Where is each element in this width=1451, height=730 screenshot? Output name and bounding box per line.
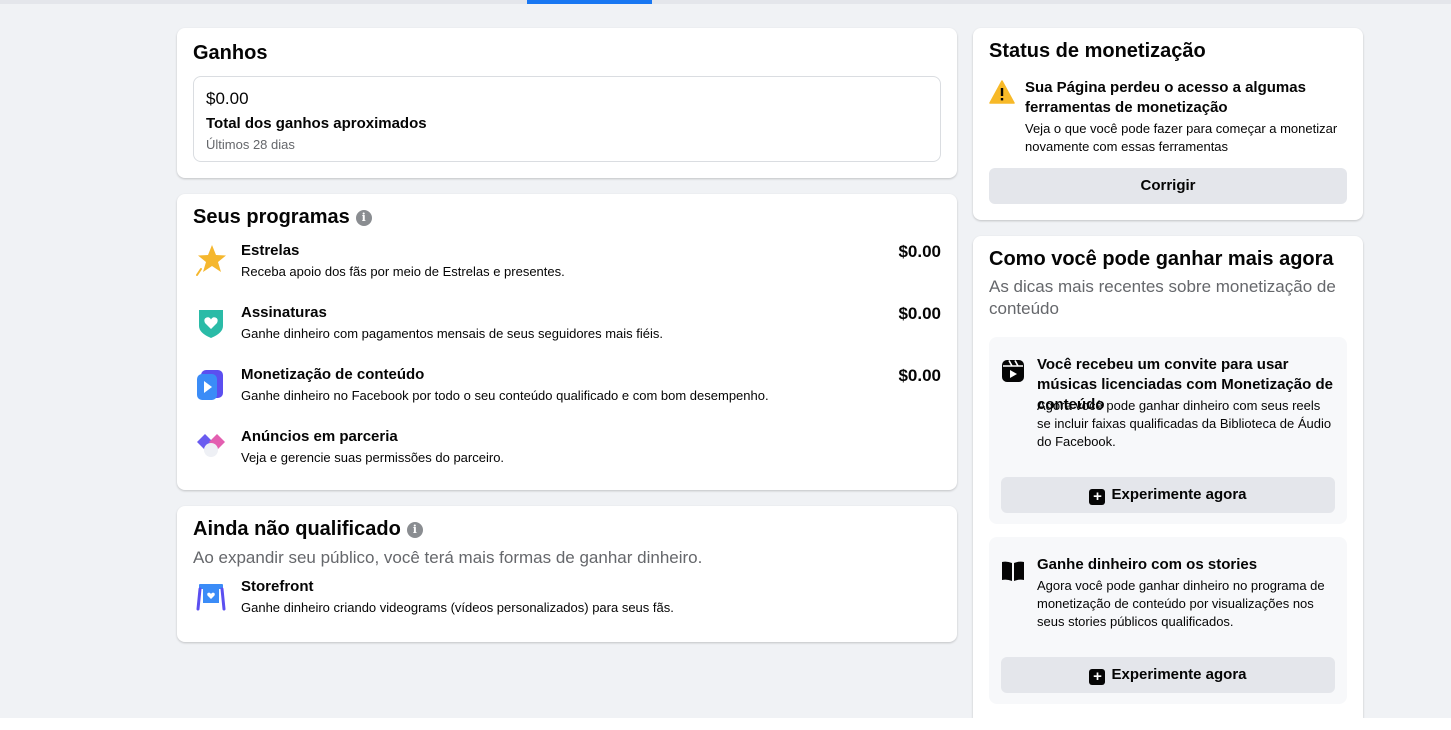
program-item-content-monetization[interactable]: Monetização de conteúdo Ganhe dinheiro n… <box>193 366 941 414</box>
not-qualified-title: Ainda não qualificado <box>193 518 401 540</box>
plus-icon: + <box>1089 669 1106 685</box>
program-desc: Ganhe dinheiro com pagamentos mensais de… <box>241 326 664 341</box>
program-name: Estrelas <box>241 242 300 259</box>
program-desc: Ganhe dinheiro no Facebook por todo o se… <box>241 388 769 403</box>
program-name: Anúncios em parceria <box>241 428 398 445</box>
active-tab-indicator <box>527 0 652 4</box>
program-desc: Ganhe dinheiro criando videograms (vídeo… <box>241 600 674 615</box>
program-amount: $0.00 <box>898 366 941 385</box>
book-icon <box>1001 559 1025 583</box>
try-now-button[interactable]: + Experimente agora <box>1001 657 1335 693</box>
programs-header: Seus programas i <box>193 206 941 229</box>
monetization-status-card: Status de monetização Sua Página perdeu … <box>973 28 1363 220</box>
status-warning-desc: Veja o que você pode fazer para começar … <box>1025 121 1338 154</box>
try-now-label: Experimente agora <box>1111 666 1247 683</box>
not-qualified-header: Ainda não qualificado i <box>193 518 941 541</box>
programs-card: Seus programas i Estrelas Receba apoio do… <box>177 194 957 490</box>
tip-desc: Agora você pode ganhar dinheiro com seus… <box>1037 398 1332 449</box>
program-amount: $0.00 <box>898 242 941 261</box>
tip-card-stories: Ganhe dinheiro com os stories Agora você… <box>989 537 1347 704</box>
programs-title: Seus programas <box>193 206 350 228</box>
earn-more-subtitle: As dicas mais recentes sobre monetização… <box>989 277 1336 318</box>
storefront-icon <box>193 578 229 614</box>
program-item-partnership-ads[interactable]: Anúncios em parceria Veja e gerencie sua… <box>193 428 941 476</box>
program-desc: Veja e gerencie suas permissões do parce… <box>241 450 505 465</box>
info-icon[interactable]: i <box>406 522 423 538</box>
try-now-button[interactable]: + Experimente agora <box>1001 477 1335 513</box>
tip-title: Ganhe dinheiro com os stories <box>1037 556 1258 573</box>
info-icon[interactable]: i <box>355 210 372 226</box>
plus-icon: + <box>1089 489 1106 505</box>
partnership-icon <box>193 428 229 464</box>
program-amount: $0.00 <box>898 304 941 323</box>
play-icon <box>193 366 229 402</box>
not-qualified-subtitle: Ao expandir seu público, você terá mais … <box>193 548 703 567</box>
earn-more-title: Como você pode ganhar mais agora <box>989 248 1334 270</box>
bottom-strip <box>0 718 1451 730</box>
program-name: Monetização de conteúdo <box>241 366 425 383</box>
program-name: Storefront <box>241 578 314 595</box>
program-item-storefront[interactable]: Storefront Ganhe dinheiro criando videog… <box>193 578 941 626</box>
program-name: Assinaturas <box>241 304 327 321</box>
not-qualified-card: Ainda não qualificado i Ao expandir seu p… <box>177 506 957 642</box>
earnings-summary-box[interactable]: $0.00 Total dos ganhos aproximados Últim… <box>193 76 941 162</box>
heart-shield-icon <box>193 304 229 340</box>
earnings-card: Ganhos $0.00 Total dos ganhos aproximado… <box>177 28 957 178</box>
earnings-period: Últimos 28 dias <box>206 137 295 152</box>
top-tab-bar <box>0 0 1451 4</box>
warning-icon <box>989 80 1015 104</box>
earnings-title: Ganhos <box>193 42 268 64</box>
try-now-label: Experimente agora <box>1111 486 1247 503</box>
reels-icon <box>1001 359 1025 383</box>
tip-desc: Agora você pode ganhar dinheiro no progr… <box>1037 578 1325 629</box>
program-item-subscriptions[interactable]: Assinaturas Ganhe dinheiro com pagamento… <box>193 304 941 352</box>
earnings-label: Total dos ganhos aproximados <box>206 115 427 132</box>
status-warning-title: Sua Página perdeu o acesso a algumas fer… <box>1025 79 1306 116</box>
star-icon <box>193 242 229 278</box>
earnings-amount: $0.00 <box>206 89 249 108</box>
fix-button[interactable]: Corrigir <box>989 168 1347 204</box>
status-title: Status de monetização <box>989 40 1206 62</box>
earn-more-card: Como você pode ganhar mais agora As dica… <box>973 236 1363 718</box>
program-desc: Receba apoio dos fãs por meio de Estrela… <box>241 264 565 279</box>
tip-card-music: Você recebeu um convite para usar música… <box>989 337 1347 524</box>
program-item-stars[interactable]: Estrelas Receba apoio dos fãs por meio d… <box>193 242 941 290</box>
